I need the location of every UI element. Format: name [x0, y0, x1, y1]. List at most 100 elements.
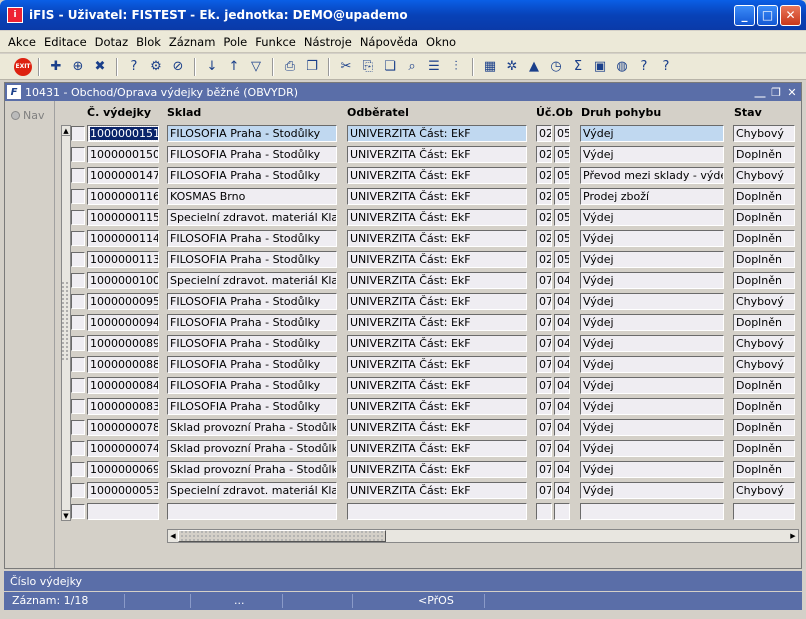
menu-napoveda[interactable]: Nápověda: [356, 35, 422, 49]
cancel-query-icon[interactable]: ⊘: [168, 57, 188, 77]
stav-field[interactable]: Chybový: [733, 356, 795, 373]
druh-pohybu-field[interactable]: [580, 503, 724, 520]
druh-pohybu-field[interactable]: Výdej: [580, 461, 724, 478]
druh-pohybu-field[interactable]: Výdej: [580, 272, 724, 289]
sklad-field[interactable]: [167, 503, 337, 520]
table-row[interactable]: 1000000150 FILOSOFIA Praha - Stodůlky UNIV…: [71, 144, 799, 164]
list-icon[interactable]: ☰: [424, 57, 444, 77]
row-selector[interactable]: [71, 273, 85, 288]
table-row[interactable]: 1000000069 Sklad provozní Praha - Stodůlk…: [71, 459, 799, 479]
web-icon[interactable]: ◍: [612, 57, 632, 77]
row-selector[interactable]: [71, 504, 85, 519]
scroll-right-icon[interactable]: ▶: [788, 530, 798, 542]
odberatel-field[interactable]: UNIVERZITA Část: EkF: [347, 209, 527, 226]
odberatel-field[interactable]: UNIVERZITA Část: EkF: [347, 251, 527, 268]
cislo-vydejky-field[interactable]: 1000000053: [87, 482, 159, 499]
execute-query-icon[interactable]: ⚙: [146, 57, 166, 77]
menu-funkce[interactable]: Funkce: [251, 35, 300, 49]
sklad-field[interactable]: FILOSOFIA Praha - Stodůlky: [167, 356, 337, 373]
row-selector[interactable]: [71, 420, 85, 435]
stav-field[interactable]: Doplněn: [733, 272, 795, 289]
stav-field[interactable]: Chybový: [733, 335, 795, 352]
stav-field[interactable]: Chybový: [733, 167, 795, 184]
obdobi-field[interactable]: 04: [554, 440, 570, 457]
druh-pohybu-field[interactable]: Výdej: [580, 398, 724, 415]
scroll-up-icon[interactable]: ▲: [62, 126, 70, 136]
obdobi-field[interactable]: 05: [554, 167, 570, 184]
copy-icon[interactable]: ❐: [302, 57, 322, 77]
nav-item[interactable]: Nav: [5, 101, 54, 122]
stav-field[interactable]: Doplněn: [733, 398, 795, 415]
odberatel-field[interactable]: UNIVERZITA Část: EkF: [347, 230, 527, 247]
sklad-field[interactable]: FILOSOFIA Praha - Stodůlky: [167, 314, 337, 331]
ucet-field[interactable]: 07: [536, 314, 552, 331]
row-selector[interactable]: [71, 147, 85, 162]
stav-field[interactable]: Doplněn: [733, 419, 795, 436]
table-row[interactable]: 1000000113 FILOSOFIA Praha - Stodůlky UNIV…: [71, 249, 799, 269]
scroll-down-icon[interactable]: ▼: [62, 510, 70, 520]
sklad-field[interactable]: Specielní zdravot. materiál Kladno: [167, 272, 337, 289]
menu-okno[interactable]: Okno: [422, 35, 460, 49]
druh-pohybu-field[interactable]: Výdej: [580, 356, 724, 373]
table-row[interactable]: 1000000095 FILOSOFIA Praha - Stodůlky UNIV…: [71, 291, 799, 311]
sklad-field[interactable]: FILOSOFIA Praha - Stodůlky: [167, 146, 337, 163]
obdobi-field[interactable]: 04: [554, 461, 570, 478]
druh-pohybu-field[interactable]: Výdej: [580, 293, 724, 310]
row-selector[interactable]: [71, 399, 85, 414]
scroll-left-icon[interactable]: ◀: [168, 530, 178, 542]
close-button[interactable]: ✕: [780, 4, 801, 26]
obdobi-field[interactable]: 04: [554, 419, 570, 436]
help-icon[interactable]: ?: [634, 57, 654, 77]
stav-field[interactable]: Doplněn: [733, 461, 795, 478]
cislo-vydejky-field[interactable]: 1000000115: [87, 209, 159, 226]
obdobi-field[interactable]: 05: [554, 230, 570, 247]
obdobi-field[interactable]: 04: [554, 377, 570, 394]
menu-editace[interactable]: Editace: [40, 35, 91, 49]
odberatel-field[interactable]: UNIVERZITA Část: EkF: [347, 440, 527, 457]
obdobi-field[interactable]: [554, 503, 570, 520]
odberatel-field[interactable]: UNIVERZITA Část: EkF: [347, 146, 527, 163]
insert-record-icon[interactable]: ⊕: [68, 57, 88, 77]
druh-pohybu-field[interactable]: Výdej: [580, 377, 724, 394]
table-row[interactable]: 1000000116 KOSMAS Brno UNIVERZITA Část: Ek…: [71, 186, 799, 206]
odberatel-field[interactable]: UNIVERZITA Část: EkF: [347, 398, 527, 415]
stav-field[interactable]: Doplněn: [733, 188, 795, 205]
enter-query-icon[interactable]: ?: [124, 57, 144, 77]
cislo-vydejky-field[interactable]: 1000000088: [87, 356, 159, 373]
druh-pohybu-field[interactable]: Výdej: [580, 125, 724, 142]
delete-record-icon[interactable]: ✖: [90, 57, 110, 77]
ucet-field[interactable]: 02: [536, 251, 552, 268]
resize-grip[interactable]: [61, 281, 69, 361]
druh-pohybu-field[interactable]: Výdej: [580, 230, 724, 247]
odberatel-field[interactable]: UNIVERZITA Část: EkF: [347, 377, 527, 394]
obdobi-field[interactable]: 05: [554, 188, 570, 205]
sort-asc-icon[interactable]: ↓: [202, 57, 222, 77]
obdobi-field[interactable]: 05: [554, 251, 570, 268]
cislo-vydejky-field[interactable]: 1000000069: [87, 461, 159, 478]
druh-pohybu-field[interactable]: Výdej: [580, 209, 724, 226]
stav-field[interactable]: Doplněn: [733, 209, 795, 226]
form-minimize-icon[interactable]: ⎽: [753, 85, 767, 99]
cislo-vydejky-field[interactable]: 1000000089: [87, 335, 159, 352]
cislo-vydejky-field[interactable]: 1000000116: [87, 188, 159, 205]
odberatel-field[interactable]: UNIVERZITA Část: EkF: [347, 272, 527, 289]
ucet-field[interactable]: 07: [536, 419, 552, 436]
ucet-field[interactable]: 02: [536, 230, 552, 247]
obdobi-field[interactable]: 05: [554, 125, 570, 142]
cislo-vydejky-field[interactable]: 1000000083: [87, 398, 159, 415]
row-selector[interactable]: [71, 126, 85, 141]
table-row[interactable]: 1000000094 FILOSOFIA Praha - Stodůlky UNIV…: [71, 312, 799, 332]
stav-field[interactable]: Chybový: [733, 125, 795, 142]
maximize-button[interactable]: □: [757, 4, 778, 26]
sort-desc-icon[interactable]: ↑: [224, 57, 244, 77]
menu-dotaz[interactable]: Dotaz: [91, 35, 132, 49]
table-row[interactable]: 1000000147 FILOSOFIA Praha - Stodůlky UNIV…: [71, 165, 799, 185]
ucet-field[interactable]: 07: [536, 272, 552, 289]
table-row[interactable]: 1000000114 FILOSOFIA Praha - Stodůlky UNIV…: [71, 228, 799, 248]
chart-icon[interactable]: ▲: [524, 57, 544, 77]
stav-field[interactable]: Doplněn: [733, 146, 795, 163]
ucet-field[interactable]: 02: [536, 146, 552, 163]
row-selector[interactable]: [71, 378, 85, 393]
cislo-vydejky-field[interactable]: 1000000150: [87, 146, 159, 163]
ucet-field[interactable]: 02: [536, 167, 552, 184]
